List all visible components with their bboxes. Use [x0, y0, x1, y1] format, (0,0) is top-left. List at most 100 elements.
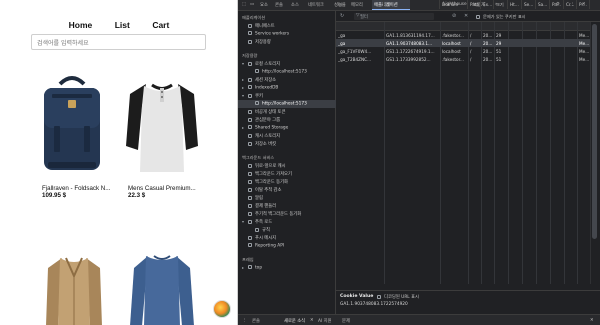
- chevron-right-icon[interactable]: ▸: [242, 265, 244, 270]
- refresh-icon[interactable]: ↻: [340, 13, 344, 19]
- sidebar-item-service-workers[interactable]: Service workers: [248, 31, 289, 37]
- sidebar-item-speculative-rules[interactable]: 규칙: [255, 227, 270, 233]
- product-card[interactable]: Mens Casual Premium... 22.3 $: [128, 185, 198, 199]
- chevron-down-icon[interactable]: ▾: [242, 219, 244, 224]
- column-header-secure[interactable]: Se...: [522, 0, 536, 9]
- sidebar-item-shared-storage[interactable]: Shared Storage: [248, 125, 288, 131]
- column-header-name[interactable]: 이름: [336, 0, 384, 9]
- devtools-drawer: ⋮ 콘솔 새로운 소식 ✕ AI 지원 문제 ✕: [238, 314, 600, 325]
- longsleeve-image[interactable]: [130, 250, 194, 325]
- cookie-icon: [255, 101, 259, 105]
- shield-icon: [248, 187, 252, 192]
- nav-home-link[interactable]: Home: [69, 20, 93, 30]
- tab-console[interactable]: 콘솔: [275, 2, 283, 8]
- tab-sources[interactable]: 소스: [291, 2, 299, 8]
- table-row[interactable]: _ga_T2B4ZNC... GS1.1.1733992852... .fake…: [336, 55, 590, 63]
- sidebar-item-cache-storage[interactable]: 캐시 스토리지: [248, 133, 280, 139]
- sidebar-item-indexeddb[interactable]: IndexedDB: [248, 85, 278, 91]
- cookies-toolbar: ↻ ▽ 필터 ⊘ ✕ 문제가 있는 쿠키만 표시: [336, 11, 600, 22]
- column-header-domain[interactable]: Domain: [440, 0, 468, 9]
- table-row[interactable]: _ga GA1.1.813631194.17... .fakestor... /…: [336, 31, 590, 39]
- column-header-priority[interactable]: Pr...: [577, 0, 590, 9]
- show-url-decoded-checkbox[interactable]: [377, 294, 381, 299]
- search-input[interactable]: 검색어를 입력하세요: [31, 34, 206, 50]
- card-icon: [248, 203, 252, 208]
- product-title[interactable]: Mens Casual Premium...: [128, 185, 198, 192]
- shirt-image[interactable]: [124, 76, 200, 176]
- cell-domain: localhost: [442, 40, 461, 46]
- issues-only-checkbox[interactable]: [476, 14, 480, 19]
- sidebar-item-cookies-origin[interactable]: http://localhost:5173: [255, 101, 307, 107]
- sidebar-item-storage-buckets[interactable]: 저장소 버킷: [248, 141, 276, 147]
- device-toggle-icon[interactable]: ▭: [250, 2, 254, 7]
- delete-selected-icon[interactable]: ✕: [464, 13, 468, 19]
- table-scrollbar-thumb[interactable]: [592, 24, 597, 239]
- cell-size: 51: [496, 48, 502, 54]
- sidebar-item-speculative-loads[interactable]: 추측 로드: [248, 219, 272, 225]
- drawer-close-icon[interactable]: ✕: [590, 318, 594, 323]
- database-icon: [248, 125, 252, 129]
- show-url-decoded-label: 디코딩된 URL 표시: [384, 295, 419, 300]
- sidebar-item-cookies[interactable]: 쿠키: [248, 93, 263, 99]
- clear-all-icon[interactable]: ⊘: [452, 13, 456, 19]
- drawer-tab-console[interactable]: 콘솔: [252, 318, 260, 324]
- chevron-right-icon[interactable]: ▸: [242, 77, 244, 82]
- jacket-image[interactable]: [44, 252, 104, 325]
- cell-priority: Me...: [579, 40, 590, 46]
- column-header-expires[interactable]: Ex...: [481, 0, 494, 9]
- inspect-icon[interactable]: ⬚: [242, 2, 246, 7]
- drawer-close-icon[interactable]: ✕: [310, 318, 314, 323]
- drawer-menu-icon[interactable]: ⋮: [242, 318, 246, 323]
- database-icon: [248, 85, 252, 89]
- sidebar-item-local-storage[interactable]: 로컬 스토리지: [248, 61, 280, 67]
- product-card[interactable]: Fjallraven - Foldsack N... 109.95 $: [42, 185, 112, 199]
- sidebar-item-private-state-tokens[interactable]: 비공개 상태 토큰: [248, 109, 285, 115]
- sidebar-item-frame-top[interactable]: top: [248, 265, 262, 271]
- column-header-value[interactable]: 값: [384, 0, 440, 9]
- chevron-down-icon[interactable]: ▾: [242, 93, 244, 98]
- cookie-value-text[interactable]: GA1.1.903748083.1722574920: [340, 302, 408, 307]
- sidebar-item-background-fetch[interactable]: 백그라운드 가져오기: [248, 171, 292, 177]
- sidebar-item-payment-handler[interactable]: 결제 핸들러: [248, 203, 276, 209]
- chevron-right-icon[interactable]: ▸: [242, 125, 244, 130]
- main-nav: Home List Cart: [0, 15, 237, 33]
- tab-elements[interactable]: 요소: [260, 2, 268, 8]
- drawer-tab-issues[interactable]: 문제: [342, 318, 350, 324]
- column-header-httponly[interactable]: Ht...: [508, 0, 522, 9]
- sidebar-item-interest-groups[interactable]: 관심분야 그룹: [248, 117, 280, 123]
- cell-path: /: [470, 48, 472, 54]
- nav-list-link[interactable]: List: [115, 20, 130, 30]
- sidebar-item-push-messaging[interactable]: 푸시 메시지: [248, 235, 276, 241]
- nav-cart-link[interactable]: Cart: [152, 20, 169, 30]
- sidebar-item-session-storage[interactable]: 세션 저장소: [248, 77, 276, 83]
- query-devtools-button[interactable]: [213, 300, 231, 318]
- sidebar-header-background-services: 백그라운드 서비스: [242, 155, 275, 160]
- sidebar-item-periodic-sync[interactable]: 주기적 백그라운드 동기화: [248, 211, 301, 217]
- column-header-cross-site[interactable]: Cr...: [564, 0, 577, 9]
- sidebar-item-storage[interactable]: 저장용량: [248, 39, 271, 45]
- table-row-selected[interactable]: _ga GA1.1.903748083.1... localhost / 20.…: [336, 39, 590, 47]
- chevron-right-icon[interactable]: ▸: [242, 85, 244, 90]
- cookie-value-label: Cookie Value: [340, 294, 374, 299]
- sidebar-item-reporting-api[interactable]: Reporting API: [248, 243, 284, 249]
- drawer-tab-whats-new[interactable]: 새로운 소식: [284, 318, 305, 324]
- web-page: Home List Cart 검색어를 입력하세요 Fjallraven - F…: [0, 0, 238, 325]
- sidebar-item-background-sync[interactable]: 백그라운드 동기화: [248, 179, 288, 185]
- sidebar-item-manifest[interactable]: 매니페스트: [248, 23, 275, 29]
- file-icon: [248, 23, 252, 28]
- sidebar-item-bounce-tracking[interactable]: 이탈 추적 감소: [248, 187, 281, 193]
- column-header-path[interactable]: Path: [468, 0, 481, 9]
- column-header-partition-key[interactable]: Pa...: [550, 0, 564, 9]
- sidebar-item-notifications[interactable]: 알림: [248, 195, 263, 201]
- chevron-down-icon[interactable]: ▾: [242, 61, 244, 66]
- sidebar-item-bfcache[interactable]: 뒤로-앞으로 캐시: [248, 163, 286, 169]
- column-header-size[interactable]: 크기: [494, 0, 508, 9]
- tab-network[interactable]: 네트워크: [308, 2, 324, 8]
- column-header-samesite[interactable]: Sa...: [536, 0, 550, 9]
- backpack-image[interactable]: [38, 74, 106, 174]
- table-row[interactable]: _ga_F1VF0W4... GS1.1.1722674919.1... loc…: [336, 47, 590, 55]
- drawer-tab-ai-assistance[interactable]: AI 지원: [318, 318, 331, 324]
- sidebar-item-local-storage-origin[interactable]: http://localhost:5173: [255, 69, 307, 75]
- product-title[interactable]: Fjallraven - Foldsack N...: [42, 185, 112, 192]
- cell-expires: 20...: [483, 56, 493, 62]
